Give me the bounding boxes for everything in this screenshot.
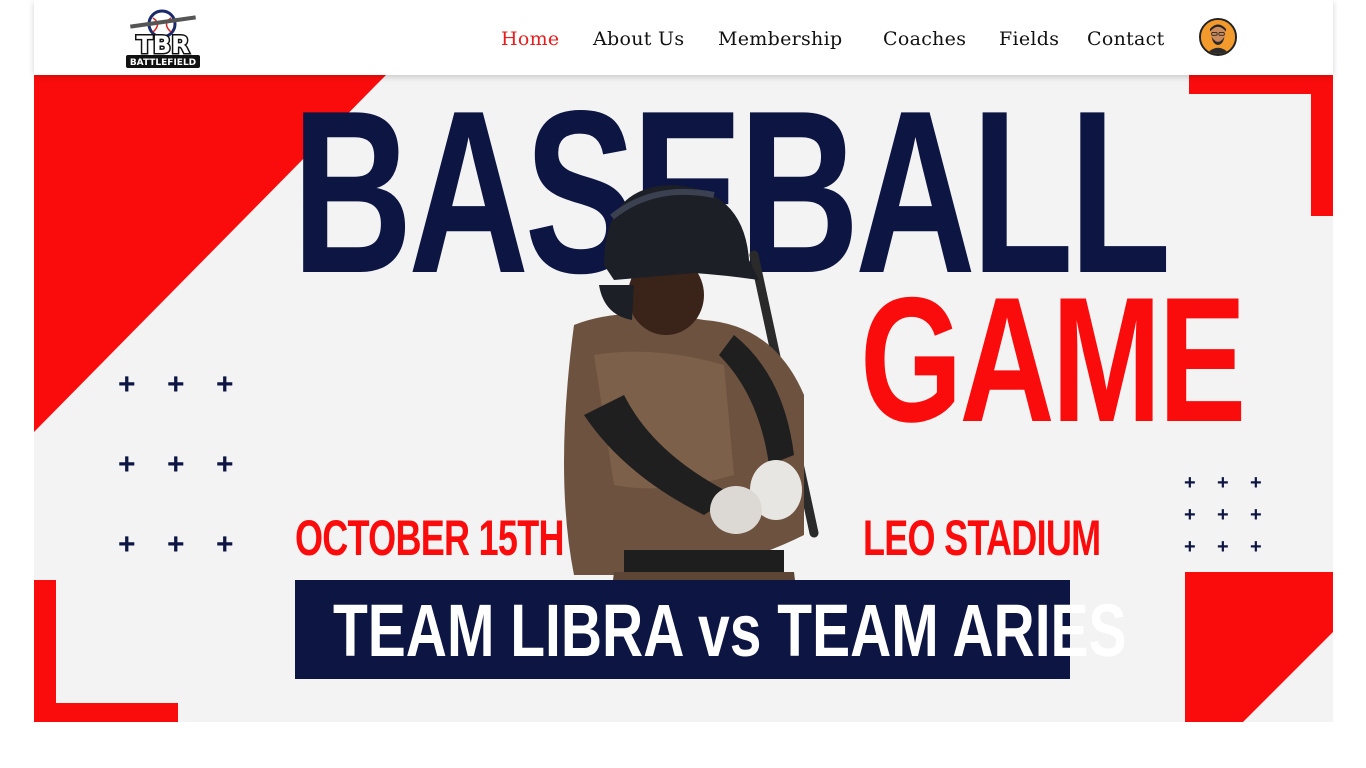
nav-membership[interactable]: Membership [718, 28, 842, 50]
nav-about-us[interactable]: About Us [593, 28, 684, 50]
plus-icon: + [1250, 472, 1262, 494]
plus-icon: + [167, 528, 185, 561]
logo-bottom-text: BATTLEFIELD [130, 58, 196, 68]
site-header: TBR BATTLEFIELD Home About Us Membership… [34, 0, 1333, 75]
nav-contact[interactable]: Contact [1087, 28, 1165, 50]
avatar-icon [1201, 20, 1235, 54]
site-wrapper: TBR BATTLEFIELD Home About Us Membership… [34, 0, 1333, 768]
plus-icon: + [216, 448, 234, 481]
nav-coaches[interactable]: Coaches [883, 28, 966, 50]
plus-icon: + [216, 528, 234, 561]
tbr-battlefield-logo[interactable]: TBR BATTLEFIELD [122, 6, 204, 70]
event-venue: LEO STADIUM [863, 510, 1101, 566]
nav-fields[interactable]: Fields [999, 28, 1059, 50]
hero-subtitle: GAME [860, 260, 1246, 459]
plus-icon: + [118, 528, 136, 561]
logo-top-text: TBR [136, 31, 189, 59]
plus-icon: + [1217, 504, 1229, 526]
matchup-text: TEAM LIBRA vs TEAM ARIES [333, 589, 1127, 672]
event-date: OCTOBER 15TH [295, 510, 564, 566]
plus-icon: + [118, 368, 136, 401]
plus-icon: + [1184, 536, 1196, 558]
user-avatar[interactable] [1199, 18, 1237, 56]
hero-banner: BASEBALL GAME OCTOBER 15TH LEO STADIUM T… [34, 75, 1333, 722]
plus-icon: + [216, 368, 234, 401]
nav-home[interactable]: Home [501, 28, 559, 50]
plus-icon: + [118, 448, 136, 481]
plus-icon: + [167, 368, 185, 401]
plus-icon: + [1184, 504, 1196, 526]
plus-icon: + [1217, 472, 1229, 494]
matchup-banner: TEAM LIBRA vs TEAM ARIES [295, 580, 1127, 679]
plus-icon: + [1184, 472, 1196, 494]
plus-icon: + [1217, 536, 1229, 558]
plus-icon: + [1250, 536, 1262, 558]
plus-icon: + [167, 448, 185, 481]
plus-icon: + [1250, 504, 1262, 526]
